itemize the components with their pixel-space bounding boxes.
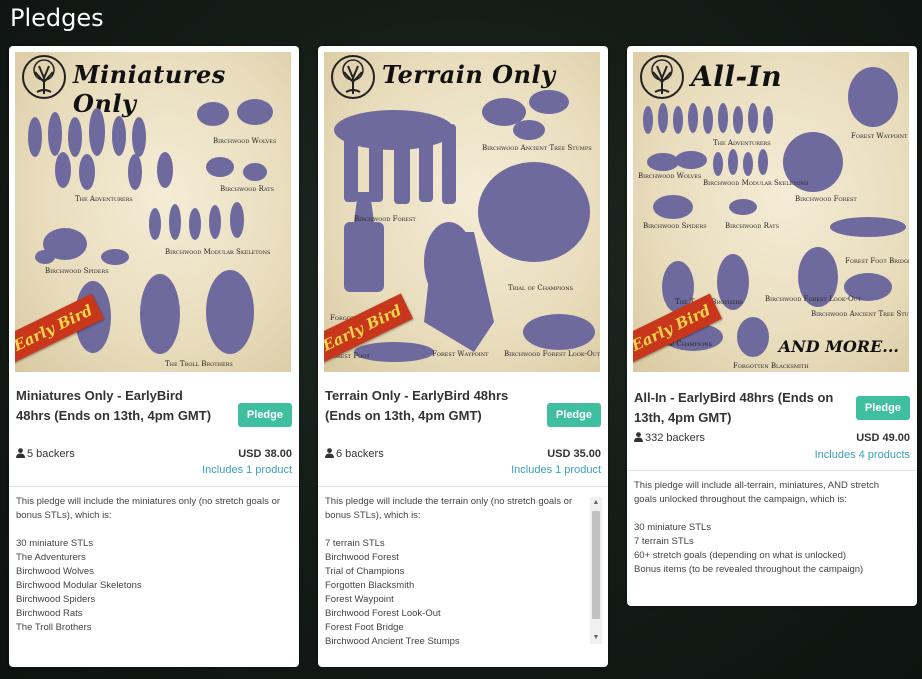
pledge-card-miniatures-only: Miniatures Only The Adventurers Birchwoo… (9, 46, 299, 667)
banner-label: Forest Foot Bridge (845, 257, 909, 265)
scrollbar-thumb[interactable] (592, 511, 600, 619)
pledge-banner-image[interactable]: Terrain Only Birchwood Ancient Tree Stum… (324, 52, 600, 372)
description-item: 30 miniature STLs (634, 522, 712, 533)
banner-label: Birchwood Rats (220, 185, 275, 193)
user-icon (325, 448, 334, 458)
banner-label: Birchwood Forest Look-Out (504, 350, 600, 358)
description-item: 7 terrain STLs (325, 538, 385, 549)
pledge-description: This pledge will include all-terrain, mi… (634, 479, 904, 577)
pledge-banner-image[interactable]: Miniatures Only The Adventurers Birchwoo… (15, 52, 291, 372)
divider (318, 486, 608, 487)
description-item: Trial of Champions (325, 566, 405, 577)
pledge-button[interactable]: Pledge (855, 396, 910, 420)
description-list: 7 terrain STLs Birchwood Forest Trial of… (325, 537, 580, 649)
backers-text: 6 backers (336, 448, 384, 460)
description-intro: This pledge will include the miniatures … (16, 496, 281, 521)
description-list: 30 miniature STLs The Adventurers Birchw… (16, 537, 286, 635)
pledge-button[interactable]: Pledge (237, 403, 292, 427)
description-item: Birchwood Wolves (16, 566, 94, 577)
description-intro: This pledge will include the terrain onl… (325, 496, 573, 521)
description-item: The Adventurers (16, 552, 86, 563)
includes-products-link[interactable]: Includes 1 product (202, 464, 292, 476)
backers-count: 6 backers (325, 448, 384, 460)
banner-label: Forest Waypoint (432, 350, 489, 358)
divider (627, 470, 917, 471)
banner-label: Birchwood Spiders (643, 222, 707, 230)
description-item: 60+ stretch goals (depending on what is … (634, 550, 847, 561)
banner-label: Birchwood Spiders (45, 267, 109, 275)
pledge-card-terrain-only: Terrain Only Birchwood Ancient Tree Stum… (318, 46, 608, 667)
pledge-title: All-In - EarlyBird 48hrs (Ends on 13th, … (634, 390, 834, 425)
pledge-price: USD 35.00 (547, 448, 601, 460)
backers-text: 332 backers (645, 432, 705, 444)
pledge-price: USD 49.00 (856, 432, 910, 444)
banner-label: Birchwood Wolves (213, 137, 277, 145)
description-list: 30 miniature STLs 7 terrain STLs 60+ str… (634, 521, 904, 577)
pledge-banner-image[interactable]: All-In Forest Waypoint The Adventurers B… (633, 52, 909, 372)
description-item: Forgotten Blacksmith (325, 580, 415, 591)
banner-label: Birchwood Rats (725, 222, 780, 230)
includes-products-link[interactable]: Includes 4 products (815, 449, 910, 461)
backers-count: 5 backers (16, 448, 75, 460)
banner-label: Forgotten Blacksmith (733, 362, 809, 370)
user-icon (16, 448, 25, 458)
banner-label: Birchwood Wolves (638, 172, 702, 180)
description-item: Birchwood Spiders (16, 594, 96, 605)
pledge-title: Miniatures Only - EarlyBird 48hrs (Ends … (16, 388, 212, 423)
scroll-down-icon[interactable]: ▼ (590, 632, 602, 644)
backers-count: 332 backers (634, 432, 705, 444)
banner-label: The Adventurers (713, 139, 771, 147)
banner-label: Birchwood Ancient Tree Stumps (482, 144, 592, 152)
pledge-description: This pledge will include the miniatures … (16, 495, 286, 635)
banner-label: Forest Waypoint (851, 132, 908, 140)
description-intro: This pledge will include all-terrain, mi… (634, 480, 879, 505)
pledge-description[interactable]: This pledge will include the terrain onl… (325, 495, 580, 649)
description-item: Forest Foot Bridge (325, 622, 404, 633)
scroll-up-icon[interactable]: ▲ (590, 497, 602, 509)
banner-label: Birchwood Forest (795, 195, 857, 203)
banner-label: Trial of Champions (508, 284, 574, 292)
pledge-price: USD 38.00 (238, 448, 292, 460)
banner-label: Birchwood Modular Skeletons (165, 248, 271, 256)
includes-products-link[interactable]: Includes 1 product (511, 464, 601, 476)
banner-label: Birchwood Forest Look-Out (765, 295, 862, 303)
banner-label: Birchwood Forest (354, 215, 416, 223)
description-item: 7 terrain STLs (634, 536, 694, 547)
banner-label: Birchwood Ancient Tree Stumps (811, 310, 909, 318)
divider (9, 486, 299, 487)
description-item: Forest Waypoint (325, 594, 394, 605)
description-item: Birchwood Rats (16, 608, 83, 619)
pledge-button[interactable]: Pledge (546, 403, 601, 427)
description-scrollbar[interactable]: ▲ ▼ (590, 497, 602, 644)
pledge-card-all-in: All-In Forest Waypoint The Adventurers B… (627, 46, 917, 606)
page-title: Pledges (10, 4, 104, 32)
description-item: The Troll Brothers (16, 622, 92, 633)
description-item: Birchwood Modular Skeletons (16, 580, 142, 591)
banner-label: The Adventurers (75, 195, 133, 203)
banner-label: The Troll Brothers (165, 360, 233, 368)
description-item: Birchwood Forest (325, 552, 399, 563)
user-icon (634, 432, 643, 442)
description-item: Birchwood Ancient Tree Stumps (325, 636, 460, 647)
banner-label: Birchwood Modular Skeletons (703, 179, 809, 187)
backers-text: 5 backers (27, 448, 75, 460)
pledge-title: Terrain Only - EarlyBird 48hrs (Ends on … (325, 388, 509, 423)
description-item: Bonus items (to be revealed throughout t… (634, 564, 864, 575)
description-item: Birchwood Forest Look-Out (325, 608, 441, 619)
description-item: 30 miniature STLs (16, 538, 94, 549)
and-more-text: AND MORE... (778, 337, 899, 356)
